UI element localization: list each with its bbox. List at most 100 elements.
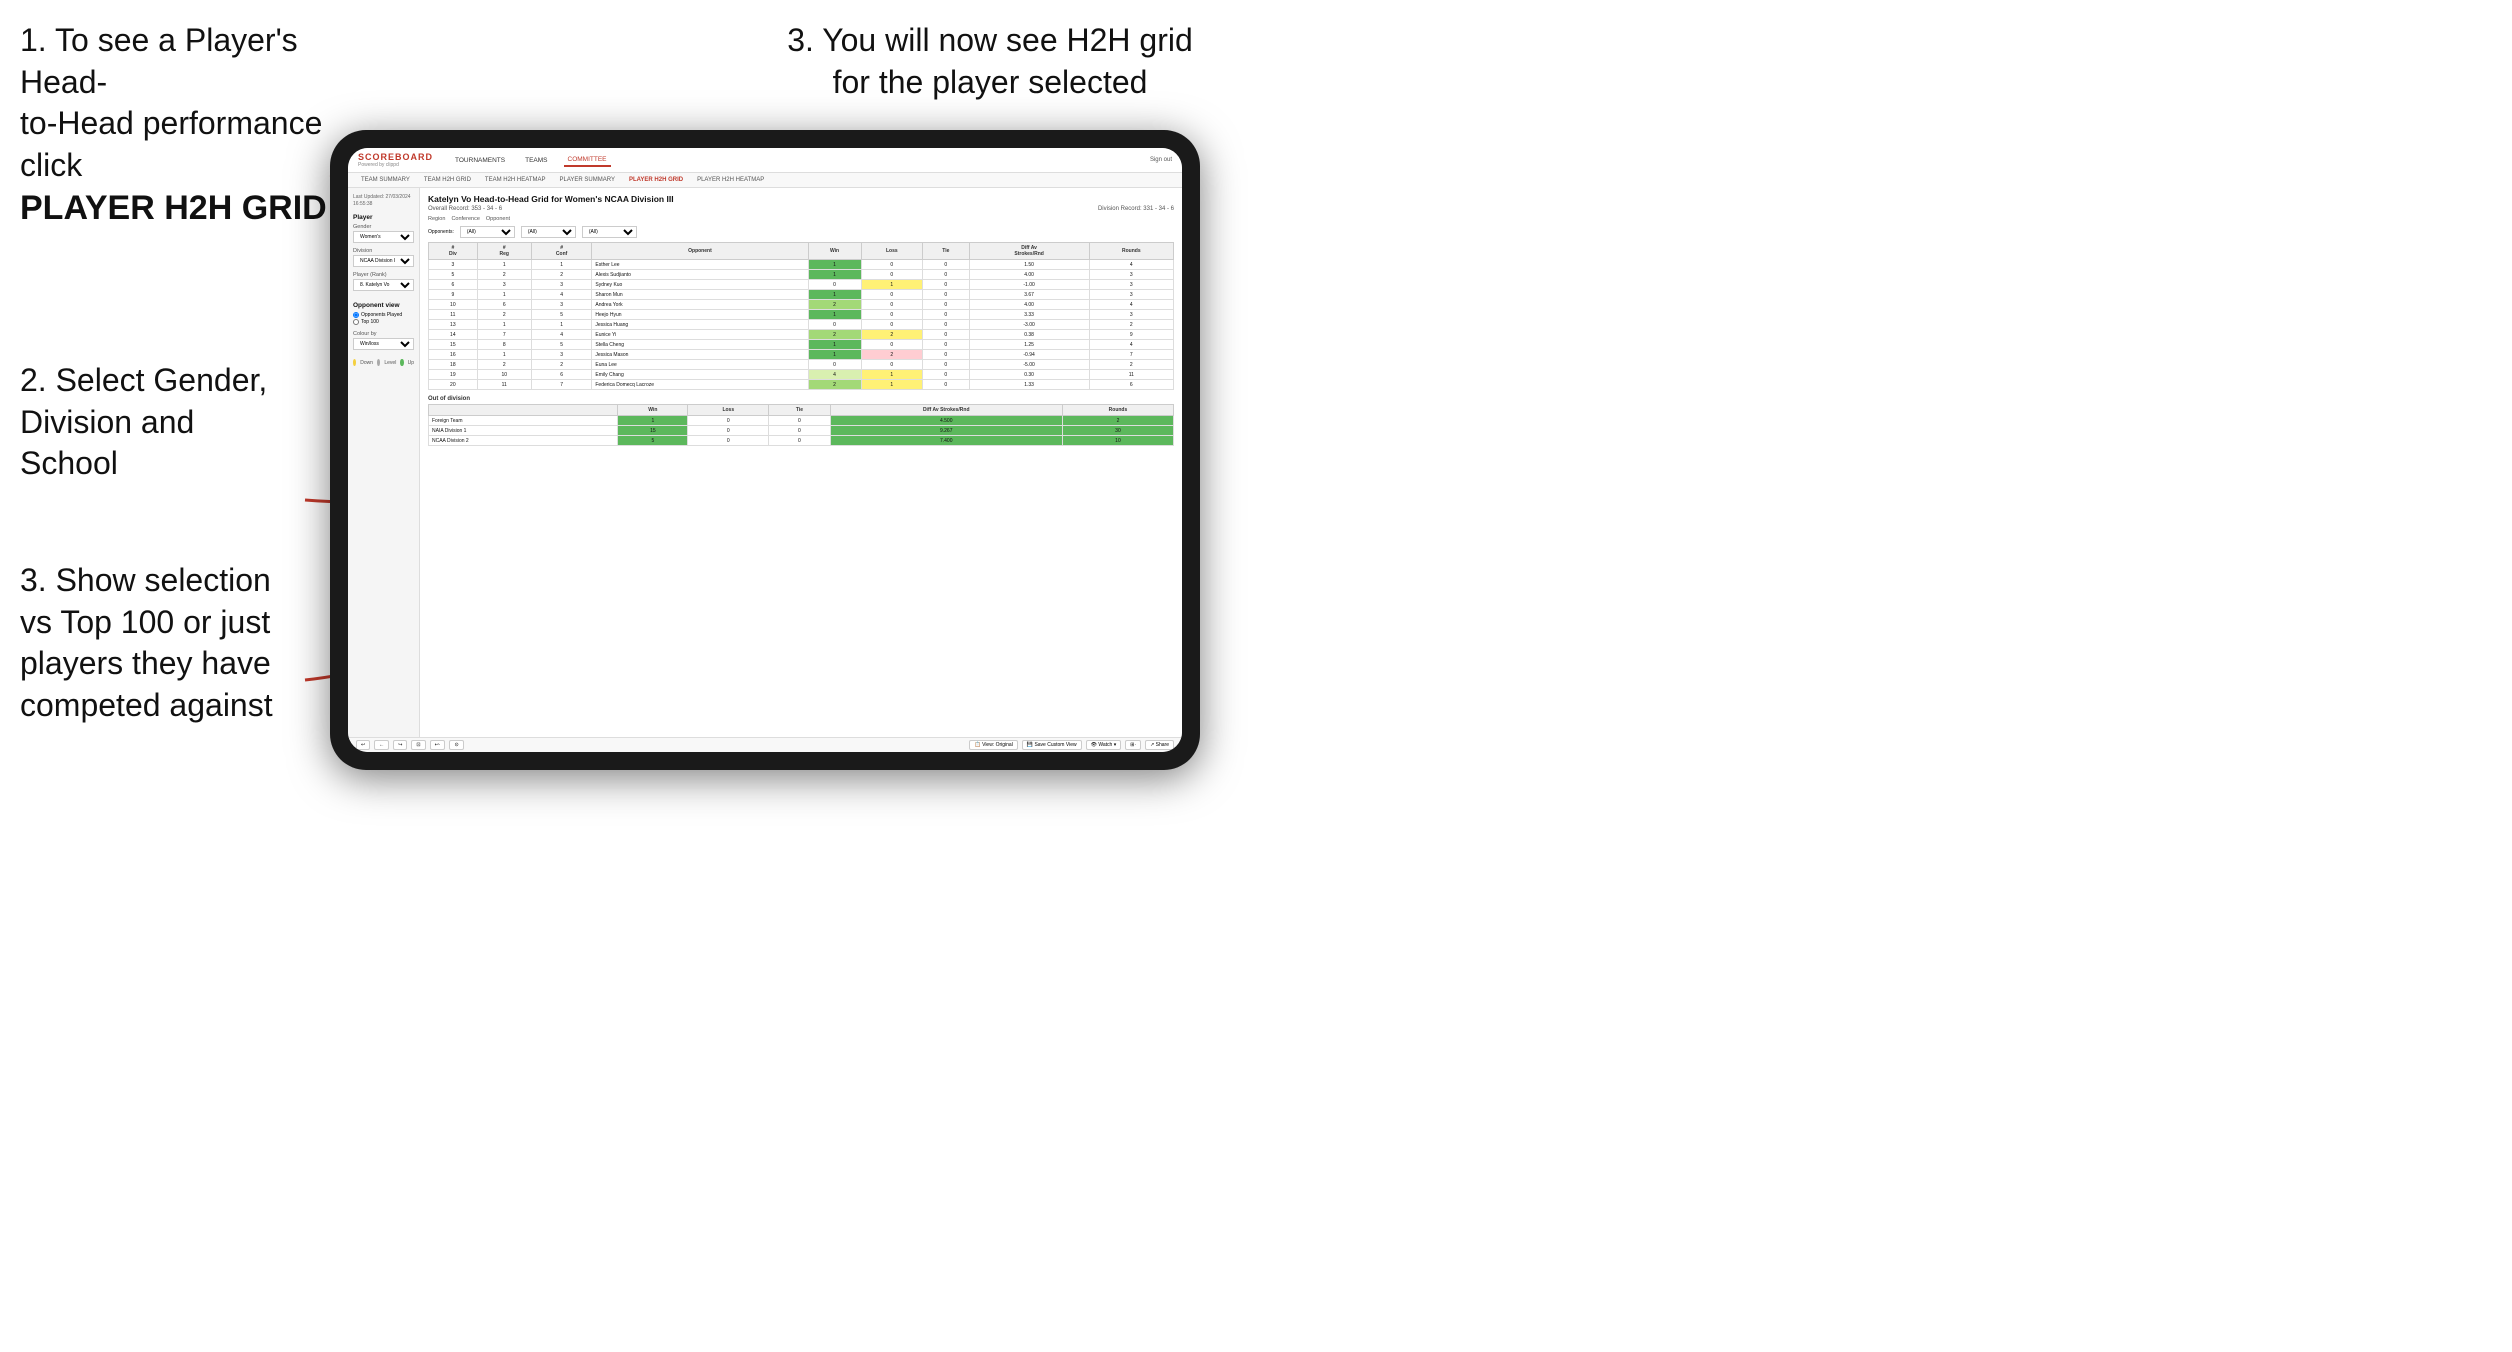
th-win: Win [808,243,861,260]
nav-bar: SCOREBOARD Powered by clippd TOURNAMENTS… [348,148,1182,173]
filter-group-conference: Conference [451,216,479,222]
toolbar-view-original[interactable]: 📋 View: Original [969,740,1017,750]
colour-dot-up [400,359,403,366]
radio-opponents-played[interactable]: Opponents Played [353,312,414,318]
ood-th-name [429,405,618,416]
instruction-top-left: 1. To see a Player's Head- to-Head perfo… [20,20,340,231]
bottom-toolbar: ↩ ← ↪ ⊡ ↩· ⊙ 📋 View: Original 💾 Save Cus… [348,737,1182,752]
ood-table-row: NCAA Division 2 5 0 0 7.400 10 [429,436,1174,446]
tablet-frame: SCOREBOARD Powered by clippd TOURNAMENTS… [330,130,1200,770]
table-row: 16 1 3 Jessica Mason 1 2 0 -0.94 7 [429,350,1174,360]
sidebar-player-title: Player [353,214,414,221]
instruction-mid1: 2. Select Gender, [20,362,267,398]
out-of-division-label: Out of division [428,396,1174,402]
instruction-bot4: competed against [20,687,273,723]
sidebar-division-select[interactable]: NCAA Division III [353,255,414,267]
ood-table-row: Foreign Team 1 0 0 4.500 2 [429,416,1174,426]
table-row: 9 1 4 Sharon Mun 1 0 0 3.67 3 [429,290,1174,300]
table-row: 15 8 5 Stella Cheng 1 0 0 1.25 4 [429,340,1174,350]
ood-th-rounds: Rounds [1062,405,1173,416]
table-row: 3 1 1 Esther Lee 1 0 0 1.50 4 [429,260,1174,270]
toolbar-grid2[interactable]: ⊞· [1125,740,1141,750]
instruction-line1: 1. To see a Player's Head- [20,22,298,100]
th-diff: Diff AvStrokes/Rnd [969,243,1089,260]
conference-select[interactable]: (All) [521,226,576,238]
sidebar: Last Updated: 27/03/202416:55:38 Player … [348,188,420,737]
sidebar-timestamp: Last Updated: 27/03/202416:55:38 [353,194,414,208]
sub-nav-team-h2h-grid[interactable]: TEAM H2H GRID [421,175,474,185]
filter-conference-label: Conference [451,216,479,222]
grid-subtitle: Overall Record: 353 - 34 - 6 Division Re… [428,206,1174,212]
tablet-screen: SCOREBOARD Powered by clippd TOURNAMENTS… [348,148,1182,752]
toolbar-circle[interactable]: ⊙ [449,740,463,750]
opponents-label: Opponents: [428,229,454,235]
sidebar-opponent-view-title: Opponent view [353,302,414,309]
division-record: Division Record: 331 - 34 - 6 [1098,206,1174,212]
sidebar-division-label: Division [353,248,414,254]
sub-nav-player-h2h-grid[interactable]: PLAYER H2H GRID [626,175,686,185]
nav-tournaments[interactable]: TOURNAMENTS [451,155,509,166]
table-row: 14 7 4 Eunice Yi 2 2 0 0.38 9 [429,330,1174,340]
sub-nav-team-summary[interactable]: TEAM SUMMARY [358,175,413,185]
ood-th-diff: Diff Av Strokes/Rnd [830,405,1062,416]
opponent-select[interactable]: (All) [582,226,637,238]
nav-teams[interactable]: TEAMS [521,155,551,166]
sidebar-colour-by-label: Colour by [353,331,414,337]
toolbar-back[interactable]: ← [374,740,389,750]
instruction-bot3: players they have [20,645,271,681]
data-table: #Div #Reg #Conf Opponent Win Loss Tie Di… [428,242,1174,390]
sidebar-colour-select[interactable]: Win/loss [353,338,414,350]
colour-label-level: Level [384,360,396,366]
grid-title: Katelyn Vo Head-to-Head Grid for Women's… [428,194,1174,204]
content-area: Last Updated: 27/03/202416:55:38 Player … [348,188,1182,737]
filter-row: Region Conference Opponent [428,216,1174,222]
toolbar-redo[interactable]: ↪ [393,740,407,750]
toolbar-save-custom[interactable]: 💾 Save Custom View [1022,740,1082,750]
logo-title: SCOREBOARD [358,152,433,162]
sub-nav-player-heatmap[interactable]: PLAYER H2H HEATMAP [694,175,767,185]
table-row: 5 2 2 Alexis Sudjianto 1 0 0 4.00 3 [429,270,1174,280]
sidebar-gender-label: Gender [353,224,414,230]
instruction-bot1: 3. Show selection [20,562,271,598]
instruction-bottom-left: 3. Show selection vs Top 100 or just pla… [20,560,310,726]
toolbar-undo2[interactable]: ↩· [430,740,446,750]
instruction-top-right: 3. You will now see H2H gridfor the play… [780,20,1200,103]
table-row: 13 1 1 Jessica Huang 0 0 0 -3.00 2 [429,320,1174,330]
instruction-mid3: School [20,445,118,481]
th-loss: Loss [861,243,922,260]
table-row: 20 11 7 Federica Domecq Lacroze 2 1 0 1.… [429,380,1174,390]
sub-nav: TEAM SUMMARY TEAM H2H GRID TEAM H2H HEAT… [348,173,1182,188]
colour-legend: Down Level Up [353,359,414,366]
filter-group-region: Region [428,216,445,222]
th-tie: Tie [923,243,970,260]
toolbar-share[interactable]: ↗ Share [1145,740,1174,750]
sidebar-player-rank-select[interactable]: 8. Katelyn Vo [353,279,414,291]
ood-table-row: NAIA Division 1 15 0 0 9.267 30 [429,426,1174,436]
sub-nav-player-summary[interactable]: PLAYER SUMMARY [556,175,617,185]
radio-top100[interactable]: Top 100 [353,319,414,325]
sidebar-player-rank-label: Player (Rank) [353,272,414,278]
main-content: Katelyn Vo Head-to-Head Grid for Women's… [420,188,1182,737]
table-row: 19 10 6 Emily Chang 4 1 0 0.30 11 [429,370,1174,380]
th-conf: #Conf [531,243,592,260]
sidebar-gender-select[interactable]: Women's [353,231,414,243]
nav-committee[interactable]: COMMITTEE [564,154,611,167]
toolbar-watch[interactable]: 👁 Watch ▾ [1086,740,1122,750]
filter-region-label: Region [428,216,445,222]
table-row: 6 3 3 Sydney Kuo 0 1 0 -1.00 3 [429,280,1174,290]
th-rounds: Rounds [1089,243,1173,260]
ood-th-loss: Loss [688,405,769,416]
sub-nav-team-heatmap[interactable]: TEAM H2H HEATMAP [482,175,549,185]
instruction-tr-text: 3. You will now see H2H gridfor the play… [787,22,1193,100]
opponents-select[interactable]: (All) [460,226,515,238]
instruction-mid2: Division and [20,404,194,440]
toolbar-undo[interactable]: ↩ [356,740,370,750]
sign-out[interactable]: Sign out [1150,157,1172,163]
filter-row-2: Opponents: (All) (All) (All) [428,226,1174,238]
th-opponent: Opponent [592,243,808,260]
instruction-mid-left: 2. Select Gender, Division and School [20,360,310,485]
th-div: #Div [429,243,478,260]
toolbar-grid[interactable]: ⊡ [411,740,425,750]
out-of-division-table: Win Loss Tie Diff Av Strokes/Rnd Rounds … [428,404,1174,446]
instruction-bold: PLAYER H2H GRID [20,189,327,227]
